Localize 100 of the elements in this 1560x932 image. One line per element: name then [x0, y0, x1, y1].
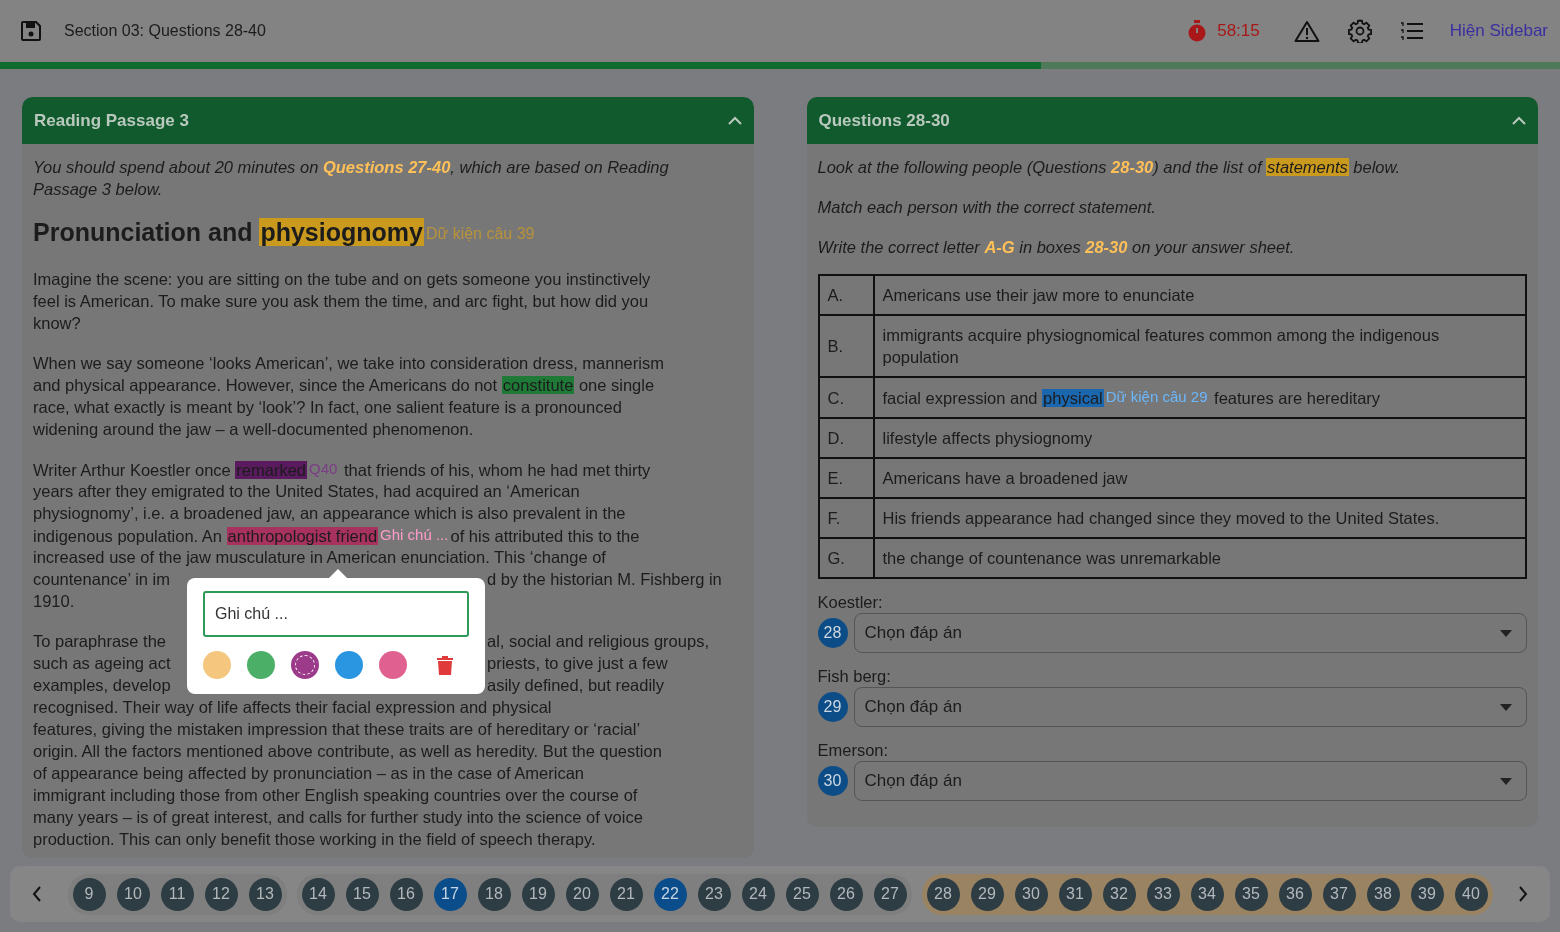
question-number: 30: [817, 766, 848, 796]
color-swatch[interactable]: [203, 651, 231, 679]
question-button[interactable]: 24: [741, 877, 775, 911]
person-label: Fish berg:: [817, 667, 891, 685]
text-run: know?: [33, 314, 81, 332]
question-button[interactable]: 37: [1322, 877, 1356, 911]
text-run: examples, develop: [33, 675, 172, 696]
text-run: increased use of the jaw musculature in American enunciation. This ‘change of: [33, 548, 606, 566]
text-run: When we say someone ‘looks American’, we take into consideration dress, mannerism: [33, 354, 664, 372]
text-run: Americans have a broadened jaw: [882, 469, 1128, 487]
question-range: 28-30: [1085, 238, 1128, 256]
text-run: years after they emigrated to the United States, had acquired an ‘American: [33, 482, 580, 500]
chevron-left-icon[interactable]: [32, 886, 42, 902]
caret-down-icon: [1500, 703, 1512, 711]
text-run: immigrants acquire physiognomical features common among the indigenous population: [882, 326, 1440, 366]
question-button[interactable]: 14: [301, 877, 335, 911]
text-run: physiognomy’, i.e. a broadened jaw, an appearance which is also prevalent in the: [33, 504, 626, 522]
statement-letter: C.: [827, 388, 844, 407]
question-button[interactable]: 39: [1410, 877, 1444, 911]
text-run: indigenous population. An: [33, 527, 223, 545]
color-swatch[interactable]: [379, 651, 407, 679]
text-run: widening around the jaw – a well-documented phenomenon.: [33, 420, 474, 438]
answer-select[interactable]: Chọn đáp án: [853, 613, 1527, 653]
question-button[interactable]: 16: [389, 877, 423, 911]
timer-text: 58:15: [1217, 21, 1260, 41]
highlighted-text[interactable]: statements: [1266, 158, 1349, 176]
question-button[interactable]: 25: [785, 877, 819, 911]
text-run: To paraphrase the: [33, 631, 167, 652]
panel-title: Reading Passage 3: [34, 110, 189, 131]
question-button[interactable]: 19: [521, 877, 555, 911]
text-run: immigrant including those from other English speaking countries over the course of: [33, 786, 638, 804]
question-button[interactable]: 26: [829, 877, 863, 911]
question-button[interactable]: 18: [477, 877, 511, 911]
highlighted-text[interactable]: constitute: [501, 376, 575, 394]
text-run: one single: [577, 376, 655, 394]
text-run: ) and the list of: [1153, 158, 1264, 176]
save-icon[interactable]: [20, 20, 42, 42]
question-button[interactable]: 28: [926, 877, 960, 911]
text-run: such as ageing act: [33, 653, 172, 674]
text-run: features are hereditary: [1213, 389, 1381, 407]
question-button[interactable]: 21: [609, 877, 643, 911]
person-label: Emerson:: [817, 741, 889, 759]
color-swatch[interactable]: [335, 651, 363, 679]
text-run: features, giving the mistaken impression that these traits are of hereditary or ‘racial’: [33, 720, 641, 738]
statement-letter: D.: [827, 429, 844, 447]
text-run: facial expression and: [882, 389, 1039, 407]
question-button[interactable]: 22: [653, 877, 687, 911]
question-button[interactable]: 11: [160, 877, 194, 911]
question-button[interactable]: 35: [1234, 877, 1268, 911]
question-button[interactable]: 33: [1146, 877, 1180, 911]
question-range: Questions 27-40: [322, 158, 451, 176]
text-run: Match each person with the correct statement.: [817, 198, 1156, 216]
settings-icon[interactable]: [1347, 19, 1372, 43]
text-run: Imagine the scene: you are sitting on the tube and on gets someone you instinctively: [33, 270, 651, 288]
list-icon[interactable]: [1399, 21, 1424, 41]
text-run: Write the correct letter: [817, 238, 982, 256]
chevron-up-icon[interactable]: [727, 116, 742, 125]
question-number: 28: [817, 618, 848, 648]
statement-letter: B.: [827, 337, 844, 355]
trash-icon[interactable]: [437, 655, 453, 675]
question-button[interactable]: 30: [1014, 877, 1048, 911]
text-run: in boxes: [1018, 238, 1082, 256]
text-run: Writer Arthur Koestler once: [33, 461, 232, 479]
question-button[interactable]: 36: [1278, 877, 1312, 911]
question-button[interactable]: 15: [345, 877, 379, 911]
answer-select[interactable]: Chọn đáp án: [853, 687, 1527, 727]
caret-down-icon: [1500, 629, 1512, 637]
question-button[interactable]: 17: [433, 877, 467, 911]
text-run: Americans use their jaw more to enunciate: [882, 286, 1195, 304]
question-button[interactable]: 23: [697, 877, 731, 911]
color-swatch[interactable]: [291, 651, 319, 679]
chevron-right-icon[interactable]: [1518, 886, 1528, 902]
question-number: 29: [817, 692, 848, 722]
warning-icon[interactable]: [1293, 20, 1320, 42]
text-run: below.: [1352, 158, 1401, 176]
answer-select[interactable]: Chọn đáp án: [853, 761, 1527, 801]
question-button[interactable]: 38: [1366, 877, 1400, 911]
chevron-up-icon[interactable]: [1512, 116, 1526, 125]
question-button[interactable]: 13: [248, 877, 282, 911]
question-button[interactable]: 40: [1454, 877, 1488, 911]
question-button[interactable]: 32: [1102, 877, 1136, 911]
text-run: Passage 3 below.: [33, 180, 163, 198]
question-button[interactable]: 34: [1190, 877, 1224, 911]
text-run: of appearance being affected by pronunciation – as in the case of American: [33, 764, 584, 782]
question-button[interactable]: 20: [565, 877, 599, 911]
question-button[interactable]: 10: [116, 877, 150, 911]
stopwatch-icon: [1187, 20, 1208, 42]
text-run: countenance’ in im: [33, 569, 171, 590]
question-button[interactable]: 27: [873, 877, 907, 911]
highlighted-text[interactable]: physical: [1042, 389, 1104, 407]
panel-header[interactable]: Reading Passage 3: [22, 97, 754, 144]
highlighted-text[interactable]: physiognomy: [259, 218, 424, 246]
question-button[interactable]: 29: [970, 877, 1004, 911]
question-button[interactable]: 9: [72, 877, 106, 911]
color-swatch[interactable]: [247, 651, 275, 679]
note-input[interactable]: Ghi chú ...: [203, 591, 469, 637]
question-button[interactable]: 12: [204, 877, 238, 911]
text-run: race, what exactly is meant by ‘look’? In fact, one salient feature is a pronounced: [33, 398, 622, 416]
question-button[interactable]: 31: [1058, 877, 1092, 911]
panel-header[interactable]: Questions 28-30: [806, 97, 1538, 144]
